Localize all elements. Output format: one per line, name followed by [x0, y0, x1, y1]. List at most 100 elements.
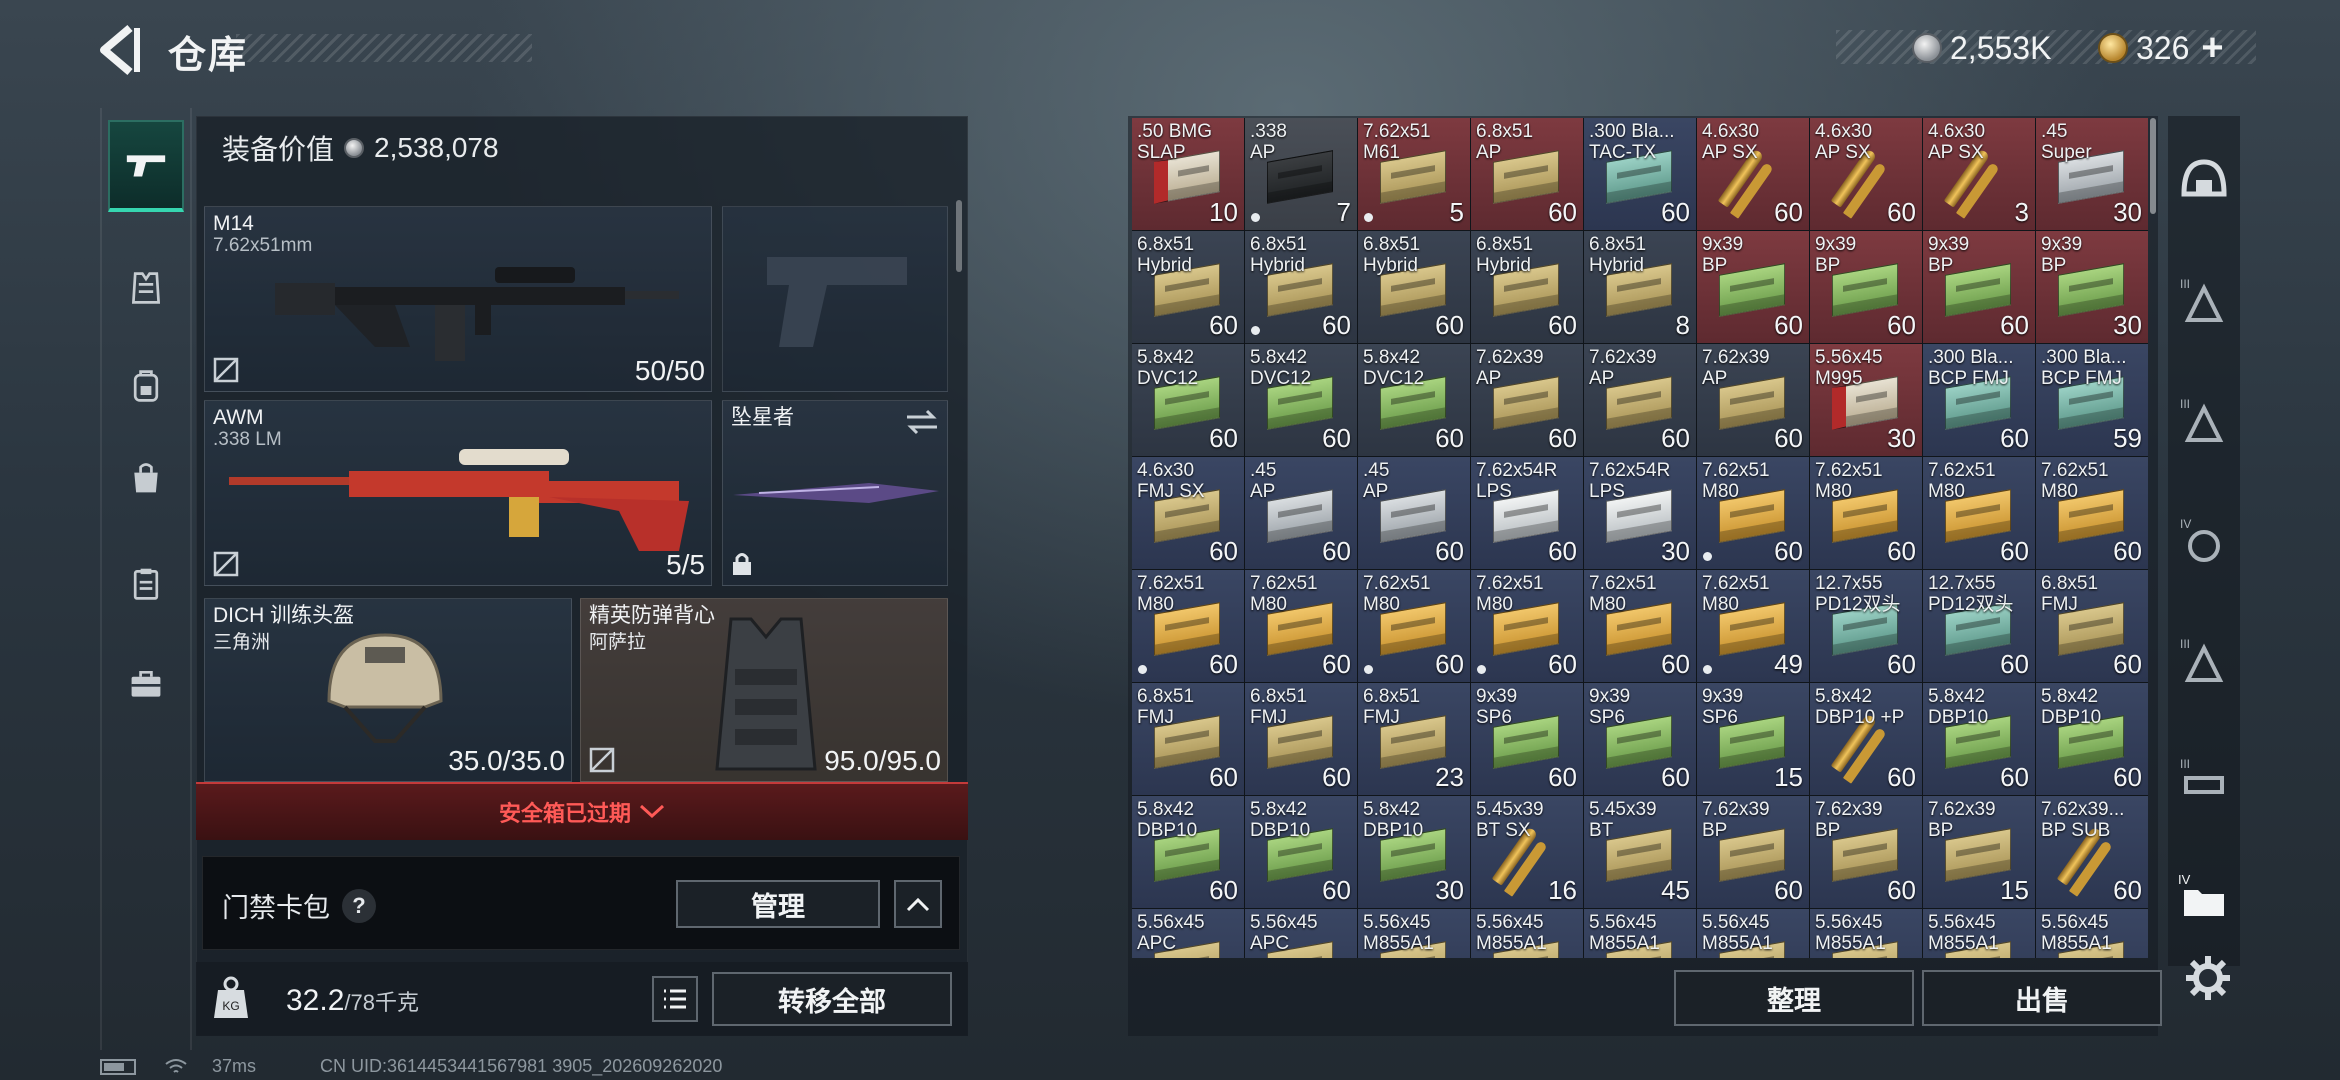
stash-tab-container-4[interactable]: IV — [2176, 868, 2232, 924]
helmet-slot[interactable]: DICH 训练头盔 三角洲 35.0/35.0 — [204, 598, 572, 782]
stash-item[interactable]: 5.45x39 BT 45 — [1584, 796, 1696, 908]
tab-clipboard[interactable] — [108, 538, 184, 630]
swap-icon[interactable] — [905, 409, 939, 435]
stash-item[interactable]: .300 Bla... BCP FMJ 59 — [2036, 344, 2148, 456]
transfer-all-button[interactable]: 转移全部 — [712, 972, 952, 1026]
stash-item[interactable]: 5.56x45 M855A1 — [1471, 909, 1583, 958]
help-icon[interactable]: ? — [342, 888, 376, 923]
stash-item[interactable]: 6.8x51 FMJ 60 — [1245, 683, 1357, 795]
stash-tab-armor-4[interactable]: IV — [2176, 512, 2232, 568]
stash-item[interactable]: 6.8x51 Hybrid 60 — [1358, 231, 1470, 343]
stash-item[interactable]: 7.62x39 AP 60 — [1697, 344, 1809, 456]
stash-item[interactable]: 7.62x51 M80 60 — [1584, 570, 1696, 682]
stash-item[interactable]: 5.8x42 DVC12 60 — [1132, 344, 1244, 456]
stash-item[interactable]: .45 Super 30 — [2036, 118, 2148, 230]
stash-item[interactable]: .45 AP 60 — [1358, 457, 1470, 569]
stash-item[interactable]: 9x39 SP6 60 — [1471, 683, 1583, 795]
stash-item[interactable]: .338 AP 7 — [1245, 118, 1357, 230]
stash-item[interactable]: 9x39 BP 60 — [1697, 231, 1809, 343]
stash-item[interactable]: 7.62x54R LPS 30 — [1584, 457, 1696, 569]
stash-tab-rig-3[interactable]: III — [2176, 752, 2232, 808]
stash-item[interactable]: 12.7x55 PD12双头 60 — [1810, 570, 1922, 682]
stash-item[interactable]: 5.8x42 DBP10 +P 60 — [1810, 683, 1922, 795]
stash-item[interactable]: 5.8x42 DBP10 30 — [1358, 796, 1470, 908]
tab-weapons[interactable] — [108, 120, 184, 212]
add-currency-button[interactable]: + — [2201, 27, 2223, 70]
stash-item[interactable]: 7.62x51 M61 5 — [1358, 118, 1470, 230]
pistol-slot-empty[interactable] — [722, 206, 948, 392]
tab-bag[interactable] — [108, 432, 184, 524]
stash-item[interactable]: 9x39 SP6 15 — [1697, 683, 1809, 795]
stash-tab-helmet[interactable] — [2176, 152, 2232, 208]
stash-item[interactable]: 7.62x51 M80 60 — [1358, 570, 1470, 682]
stash-tab-armor-3b[interactable]: III — [2176, 392, 2232, 448]
stash-item[interactable]: 5.8x42 DBP10 60 — [1132, 796, 1244, 908]
expand-button[interactable] — [894, 880, 942, 928]
stash-item[interactable]: 7.62x51 M80 60 — [1245, 570, 1357, 682]
stash-item[interactable]: 5.8x42 DBP10 60 — [1923, 683, 2035, 795]
stash-item[interactable]: 9x39 BP 60 — [1810, 231, 1922, 343]
stash-item[interactable]: 6.8x51 FMJ 60 — [1132, 683, 1244, 795]
stash-item[interactable]: 6.8x51 Hybrid 60 — [1132, 231, 1244, 343]
stash-item[interactable]: 7.62x39 AP 60 — [1584, 344, 1696, 456]
stash-item[interactable]: 6.8x51 AP 60 — [1471, 118, 1583, 230]
stash-item[interactable]: 7.62x51 M80 49 — [1697, 570, 1809, 682]
stash-item[interactable]: 5.56x45 M855A1 — [1923, 909, 2035, 958]
stash-item[interactable]: .300 Bla... BCP FMJ 60 — [1923, 344, 2035, 456]
tab-armor[interactable] — [108, 242, 184, 334]
settings-button[interactable] — [2180, 950, 2236, 1006]
back-button[interactable] — [96, 22, 144, 78]
stash-item[interactable]: 4.6x30 FMJ SX 60 — [1132, 457, 1244, 569]
stash-item[interactable]: 5.56x45 M995 30 — [1810, 344, 1922, 456]
stash-item[interactable]: 5.56x45 APC — [1132, 909, 1244, 958]
stash-item[interactable]: 7.62x39... BP SUB 60 — [2036, 796, 2148, 908]
stash-item[interactable]: 7.62x39 BP 60 — [1697, 796, 1809, 908]
stash-item[interactable]: 7.62x51 M80 60 — [1132, 570, 1244, 682]
stash-item[interactable]: 6.8x51 Hybrid 60 — [1245, 231, 1357, 343]
stash-item[interactable]: 6.8x51 Hybrid 60 — [1471, 231, 1583, 343]
stash-item[interactable]: 5.56x45 APC — [1245, 909, 1357, 958]
stash-item[interactable]: 5.8x42 DBP10 60 — [2036, 683, 2148, 795]
stash-item[interactable]: 5.56x45 M855A1 — [1697, 909, 1809, 958]
stash-tab-armor-3[interactable]: III — [2176, 272, 2232, 328]
stash-scrollbar[interactable] — [2150, 118, 2156, 214]
stash-item[interactable]: 6.8x51 FMJ 60 — [2036, 570, 2148, 682]
stash-item[interactable]: 4.6x30 AP SX 60 — [1810, 118, 1922, 230]
stash-item[interactable]: 5.8x42 DBP10 60 — [1245, 796, 1357, 908]
stash-item[interactable]: 4.6x30 AP SX 3 — [1923, 118, 2035, 230]
stash-item[interactable]: 7.62x39 BP 60 — [1810, 796, 1922, 908]
stash-item[interactable]: 7.62x39 BP 15 — [1923, 796, 2035, 908]
list-view-button[interactable] — [652, 976, 698, 1022]
manage-button[interactable]: 管理 — [676, 880, 880, 928]
stash-item[interactable]: 7.62x54R LPS 60 — [1471, 457, 1583, 569]
stash-item[interactable]: 7.62x51 M80 60 — [1810, 457, 1922, 569]
armor-slot[interactable]: 精英防弹背心 阿萨拉 95.0/95.0 — [580, 598, 948, 782]
stash-item[interactable]: 5.8x42 DVC12 60 — [1245, 344, 1357, 456]
stash-item[interactable]: 4.6x30 AP SX 60 — [1697, 118, 1809, 230]
stash-item[interactable]: 9x39 SP6 60 — [1584, 683, 1696, 795]
stash-item[interactable]: 7.62x51 M80 60 — [1923, 457, 2035, 569]
melee-slot[interactable]: 坠星者 — [722, 400, 948, 586]
stash-item[interactable]: 6.8x51 FMJ 23 — [1358, 683, 1470, 795]
stash-item[interactable]: 9x39 BP 30 — [2036, 231, 2148, 343]
stash-item[interactable]: 6.8x51 Hybrid 8 — [1584, 231, 1696, 343]
stash-item[interactable]: 5.56x45 M855A1 — [1584, 909, 1696, 958]
organize-button[interactable]: 整理 — [1674, 970, 1914, 1026]
stash-item[interactable]: 12.7x55 PD12双头 60 — [1923, 570, 2035, 682]
stash-item[interactable]: .50 BMG SLAP 10 — [1132, 118, 1244, 230]
tab-backpack[interactable] — [108, 340, 184, 432]
safe-box-expired-banner[interactable]: 安全箱已过期 — [196, 782, 968, 840]
primary-weapon-slot[interactable]: M14 7.62x51mm 50/50 — [204, 206, 712, 392]
stash-item[interactable]: 5.45x39 BT SX 16 — [1471, 796, 1583, 908]
secondary-weapon-slot[interactable]: AWM .338 LM 5/5 — [204, 400, 712, 586]
stash-item[interactable]: 7.62x51 M80 60 — [1471, 570, 1583, 682]
stash-tab-backpack-3[interactable]: III — [2176, 632, 2232, 688]
stash-item[interactable]: 7.62x51 M80 60 — [2036, 457, 2148, 569]
stash-item[interactable]: 5.56x45 M855A1 — [2036, 909, 2148, 958]
stash-item[interactable]: 7.62x39 AP 60 — [1471, 344, 1583, 456]
loadout-scrollbar[interactable] — [956, 200, 962, 272]
tab-toolbox[interactable] — [108, 638, 184, 730]
stash-item[interactable]: 9x39 BP 60 — [1923, 231, 2035, 343]
stash-item[interactable]: 5.8x42 DVC12 60 — [1358, 344, 1470, 456]
stash-item[interactable]: 5.56x45 M855A1 — [1810, 909, 1922, 958]
